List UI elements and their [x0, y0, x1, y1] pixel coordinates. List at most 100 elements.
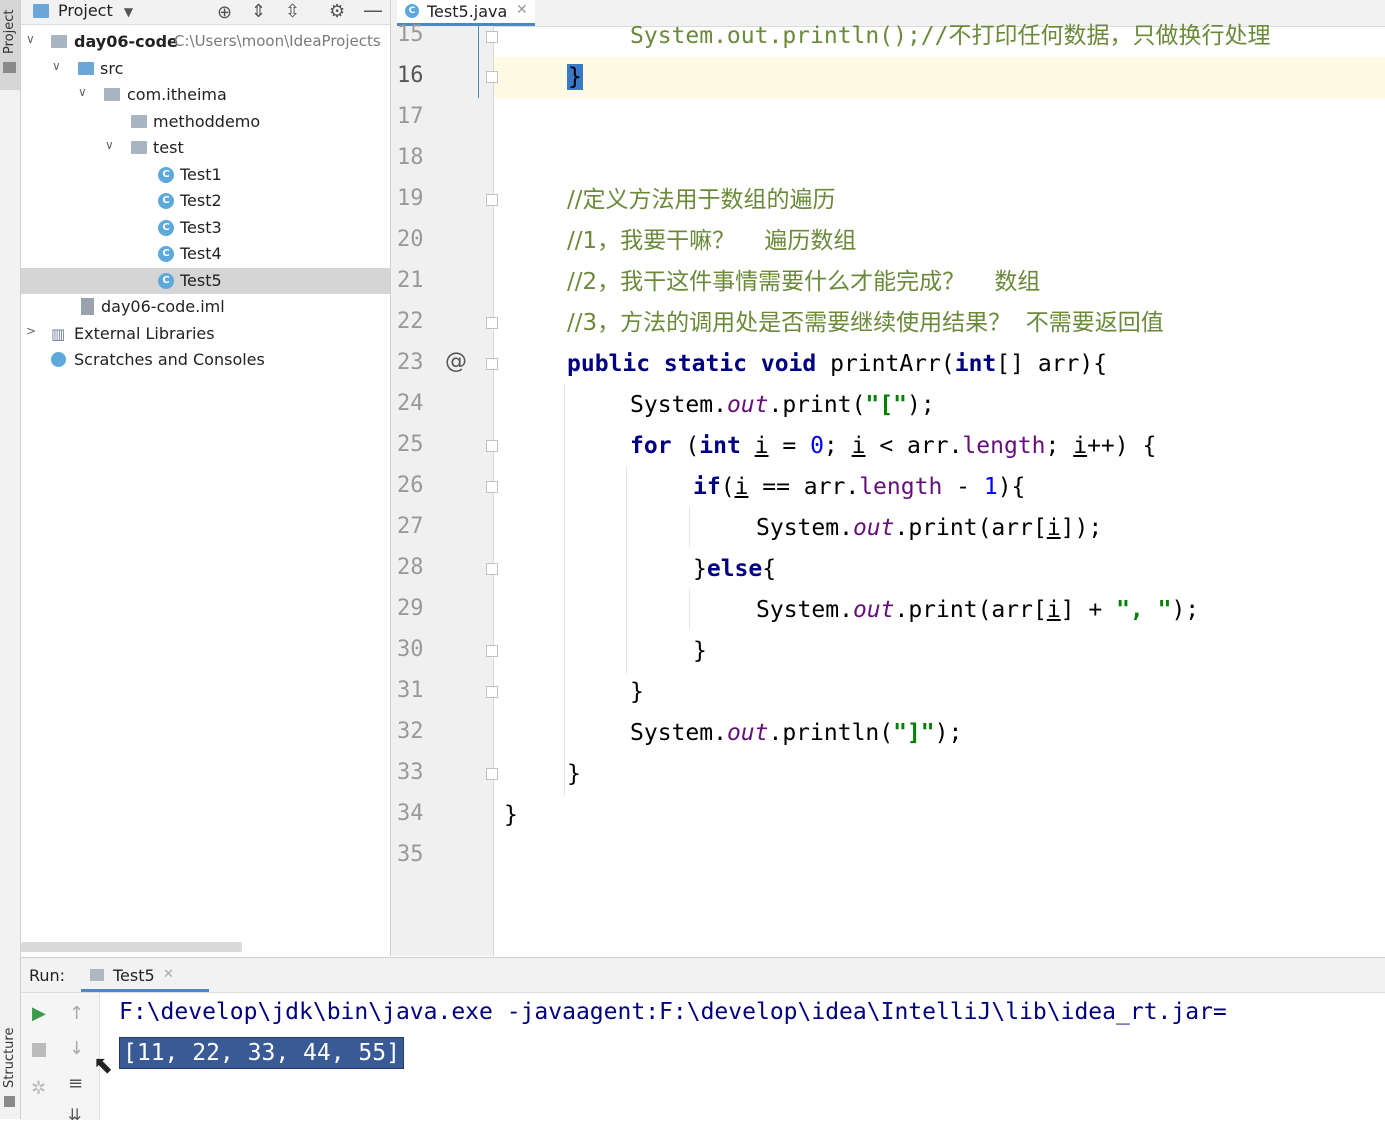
arrow-up-icon[interactable]: ↑ [69, 1003, 84, 1024]
comment-line: //1，我要干嘛？ 遍历数组 [567, 228, 857, 254]
tree-item-label: day06-code.iml [101, 297, 225, 316]
tree-item-label: Scratches and Consoles [74, 350, 265, 369]
code-line-20[interactable]: //1，我要干嘛？ 遍历数组 [391, 221, 1385, 262]
tree-item-label: Test5 [180, 271, 222, 290]
code-line-23[interactable]: public static void printArr(int[] arr){ [391, 344, 1385, 385]
tree-item-label: com.itheima [127, 85, 227, 104]
module-path: C:\Users\moon\IdeaProjects [174, 32, 381, 50]
comment-line: //3，方法的调用处是否需要继续使用结果？ 不需要返回值 [567, 310, 1164, 336]
tree-item-label: Test1 [180, 165, 222, 184]
console-command-line: F:\develop\jdk\bin\java.exe -javaagent:F… [119, 999, 1227, 1025]
code-line-24[interactable]: System.out.print("["); [391, 385, 1385, 426]
project-panel: Project ▼ ⊕ ⇕ ⇳ ⚙ — ∨ day06-code C:\User… [21, 0, 391, 956]
line-number: 17 [397, 104, 424, 129]
horizontal-scrollbar[interactable] [21, 942, 242, 952]
code-line-15[interactable]: System.out.println();//不打印任何数据，只做换行处理 [391, 16, 1385, 57]
tree-item-label: External Libraries [74, 324, 215, 343]
tree-item-package-methoddemo[interactable]: methoddemo [21, 109, 390, 135]
scratches-icon [51, 352, 66, 367]
tree-item-scratches[interactable]: Scratches and Consoles [21, 347, 390, 373]
code-line-22[interactable]: //3，方法的调用处是否需要继续使用结果？ 不需要返回值 [391, 303, 1385, 344]
run-panel: Run: Test5 ✕ ▶ ↑ ↓ ✲ ≡ ⇊ ⬉ F:\develop\jd… [21, 957, 1385, 1124]
code-line-26[interactable]: if(i == arr.length - 1){ [391, 467, 1385, 508]
run-tab-label: Test5 [113, 966, 155, 985]
code-line-21[interactable]: //2，我干这件事情需要什么才能完成？ 数组 [391, 262, 1385, 303]
tree-item-label: Test3 [180, 218, 222, 237]
code-line-27[interactable]: System.out.print(arr[i]); [391, 508, 1385, 549]
project-panel-header: Project ▼ ⊕ ⇕ ⇳ ⚙ — [21, 0, 390, 25]
rerun-icon[interactable]: ▶ [32, 1003, 46, 1024]
tree-item-class-test5[interactable]: C Test5 [21, 268, 390, 294]
package-icon [131, 115, 147, 128]
code-line-34[interactable]: } [391, 795, 1385, 836]
code-line-19[interactable]: //定义方法用于数组的遍历 [391, 180, 1385, 221]
code-line-29[interactable]: System.out.print(arr[i] + ", "); [391, 590, 1385, 631]
tree-item-src[interactable]: ∨ src [21, 56, 390, 82]
soft-wrap-icon[interactable]: ≡ [68, 1073, 83, 1094]
tree-item-class-test4[interactable]: C Test4 [21, 241, 390, 267]
java-class-icon: C [158, 167, 174, 183]
package-icon [131, 141, 147, 154]
code-line-16[interactable]: } [391, 57, 1385, 98]
run-toolbar: ▶ ↑ ↓ ✲ ≡ ⇊ ⬉ [21, 993, 113, 1124]
code-line-15-text: System.out.println();//不打印任何数据，只做换行处理 [630, 23, 1271, 49]
tree-item-label: src [100, 59, 124, 78]
tree-item-label: Test4 [180, 244, 222, 263]
folder-icon [3, 62, 16, 73]
comment-line: //定义方法用于数组的遍历 [567, 187, 836, 213]
collapse-all-icon[interactable]: ⇳ [285, 1, 300, 22]
left-tool-strip: Project Structure [0, 0, 21, 1119]
code-line-31[interactable]: } [391, 672, 1385, 713]
code-line-32[interactable]: System.out.println("]"); [391, 713, 1385, 754]
structure-side-tab-label: Structure [2, 1027, 17, 1088]
tree-item-class-test3[interactable]: C Test3 [21, 215, 390, 241]
chevron-down-icon[interactable]: ∨ [105, 139, 117, 151]
structure-side-tab[interactable]: Structure [0, 1010, 20, 1110]
gear-icon[interactable]: ⚙ [329, 1, 345, 22]
close-icon[interactable]: ✕ [163, 967, 174, 982]
line-number: 18 [397, 145, 424, 170]
stop-icon[interactable] [32, 1043, 46, 1057]
tree-item-label: methoddemo [153, 112, 261, 131]
scroll-to-end-icon[interactable]: ⇊ [68, 1105, 81, 1124]
chevron-down-icon[interactable]: ∨ [78, 86, 90, 98]
code-line-30[interactable]: } [391, 631, 1385, 672]
chevron-down-icon: ▼ [123, 5, 134, 19]
chevron-down-icon[interactable]: ∨ [26, 33, 38, 45]
run-panel-header: Run: Test5 ✕ [21, 958, 1385, 993]
project-view-icon [33, 4, 49, 18]
java-class-icon: C [158, 273, 174, 289]
debug-icon[interactable]: ✲ [31, 1078, 46, 1099]
arrow-down-icon[interactable]: ↓ [69, 1038, 84, 1059]
module-folder-icon [51, 35, 67, 48]
mouse-cursor-icon: ⬉ [93, 1051, 114, 1079]
project-view-selector[interactable]: Project ▼ [58, 1, 133, 20]
java-class-icon: C [158, 246, 174, 262]
chevron-down-icon[interactable]: ∨ [52, 60, 64, 72]
tree-item-package-com-itheima[interactable]: ∨ com.itheima [21, 82, 390, 108]
tree-item-class-test2[interactable]: C Test2 [21, 188, 390, 214]
tree-item-module[interactable]: ∨ day06-code C:\Users\moon\IdeaProjects [21, 29, 390, 55]
java-class-icon: C [158, 193, 174, 209]
tree-item-label: Test2 [180, 191, 222, 210]
structure-icon [4, 1096, 15, 1107]
expand-all-icon[interactable]: ⇕ [251, 1, 266, 22]
run-label: Run: [29, 966, 66, 985]
code-line-28[interactable]: }else{ [391, 549, 1385, 590]
minimize-icon[interactable]: — [363, 0, 383, 22]
code-line-25[interactable]: for (int i = 0; i < arr.length; i++) { [391, 426, 1385, 467]
tree-item-external-libraries[interactable]: > ▥ External Libraries [21, 321, 390, 347]
java-class-icon: C [158, 220, 174, 236]
locate-icon[interactable]: ⊕ [217, 2, 232, 23]
tree-item-class-test1[interactable]: C Test1 [21, 162, 390, 188]
tree-item-package-test[interactable]: ∨ test [21, 135, 390, 161]
project-side-tab[interactable]: Project [0, 0, 20, 90]
console-icon [90, 969, 104, 981]
tree-item-iml[interactable]: day06-code.iml [21, 294, 390, 320]
libraries-icon: ▥ [51, 325, 66, 343]
chevron-right-icon[interactable]: > [26, 325, 38, 337]
project-side-tab-label: Project [2, 9, 17, 54]
console-output-selected[interactable]: [11, 22, 33, 44, 55] [119, 1037, 404, 1069]
run-tab-test5[interactable]: Test5 ✕ [81, 958, 209, 992]
code-line-33[interactable]: } [391, 754, 1385, 795]
